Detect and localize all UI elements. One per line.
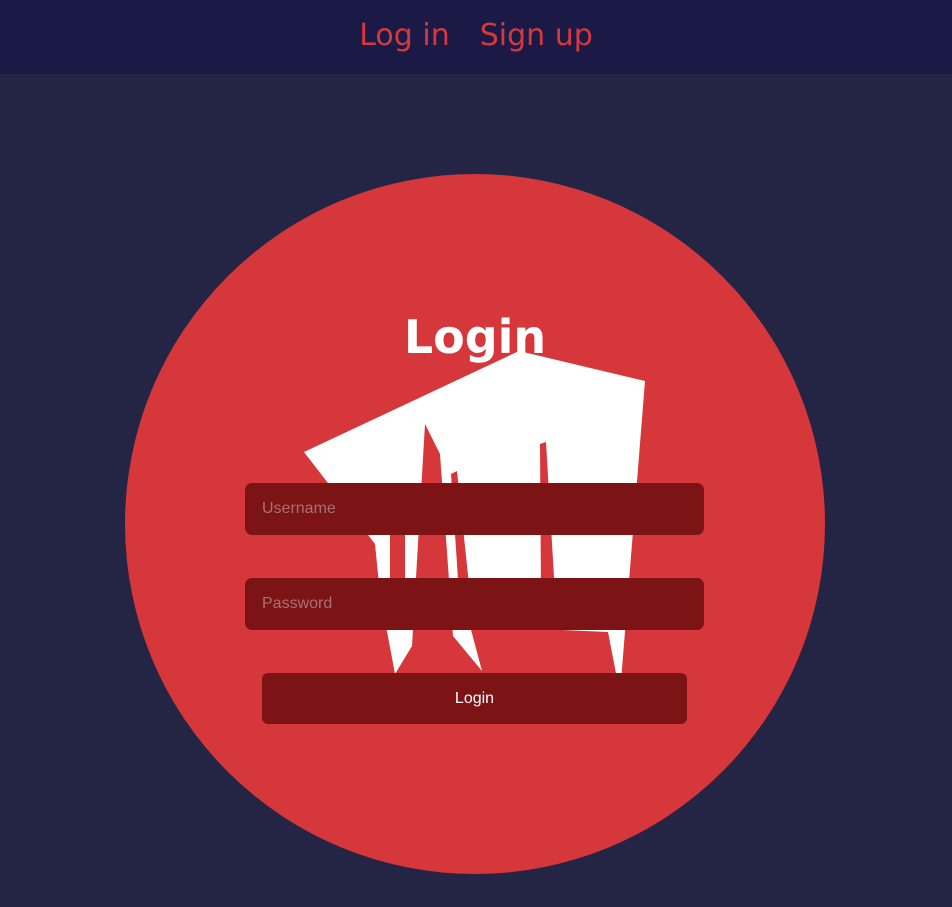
login-panel: Login Login [125,174,825,874]
nav-signup-link[interactable]: Sign up [480,21,593,53]
password-input[interactable] [245,578,704,630]
nav-login-link[interactable]: Log in [359,21,449,53]
username-input[interactable] [245,483,704,535]
login-button[interactable]: Login [262,673,687,724]
login-title: Login [403,309,547,364]
top-navbar: Log in Sign up [0,0,952,74]
